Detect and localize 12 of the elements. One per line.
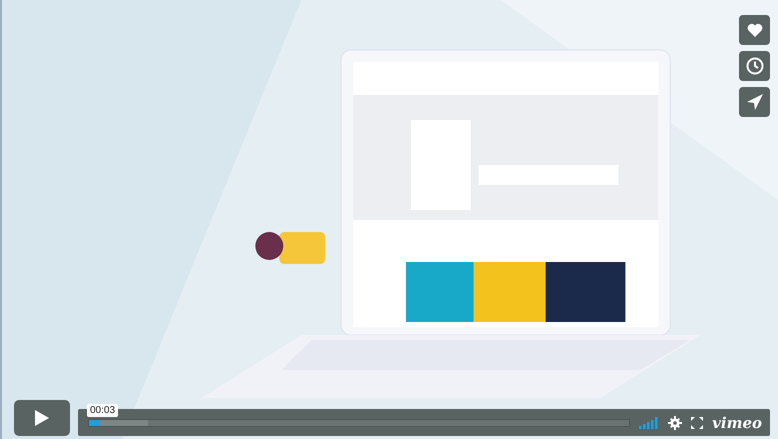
watch-later-button[interactable] [739, 51, 770, 81]
like-button[interactable] [739, 15, 770, 45]
time-tooltip: 00:03 [87, 404, 118, 416]
play-button[interactable] [14, 400, 70, 436]
play-icon [34, 409, 50, 427]
share-button[interactable] [739, 87, 770, 117]
fullscreen-icon[interactable] [691, 416, 704, 428]
vimeo-logo[interactable]: vimeo [712, 414, 762, 432]
paper-plane-icon [746, 93, 764, 111]
settings-icon[interactable] [668, 416, 682, 430]
clock-icon [746, 57, 764, 75]
heart-icon [746, 23, 762, 37]
